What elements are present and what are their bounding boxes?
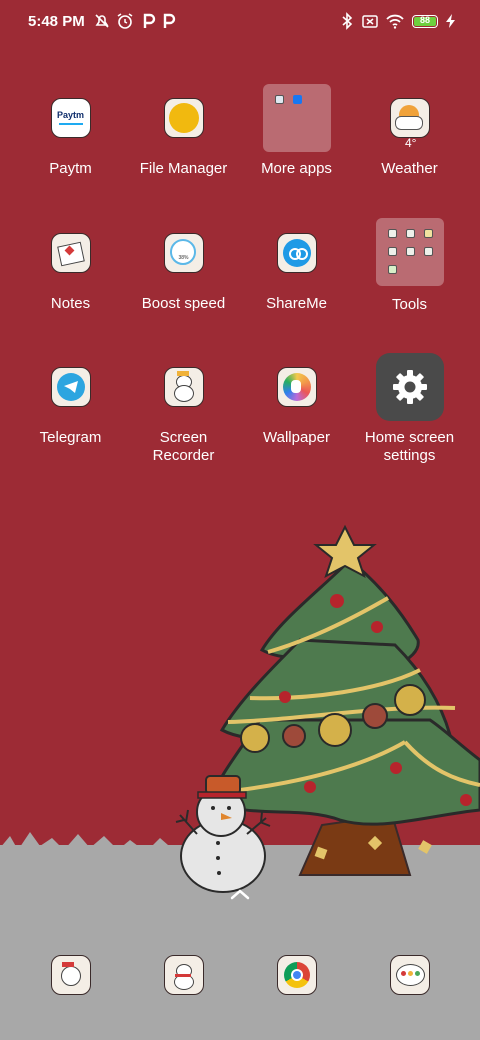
weather-icon <box>389 98 430 138</box>
gear-icon <box>375 353 444 421</box>
boost-speed-icon: 38% <box>163 233 204 273</box>
app-drawer-chevron-icon[interactable] <box>229 887 251 901</box>
app-shareme[interactable]: ShareMe <box>240 233 353 313</box>
weather-temp: 4° <box>405 136 417 150</box>
app-label: Telegram <box>39 429 102 446</box>
telegram-icon <box>50 367 91 407</box>
folder-icon <box>262 84 331 152</box>
app-label: Screen Recorder <box>152 429 215 464</box>
alarm-off-icon <box>95 14 109 28</box>
battery-icon: 88 <box>412 15 438 28</box>
p-app-icon <box>163 13 176 28</box>
app-label: More apps <box>261 160 332 177</box>
battery-level: 88 <box>419 15 430 25</box>
folder-icon <box>375 218 444 286</box>
app-paytm[interactable]: Paytm Paytm <box>14 98 127 178</box>
app-label: ShareMe <box>266 295 327 312</box>
app-wallpaper[interactable]: Wallpaper <box>240 367 353 447</box>
status-bar: 5:48 PM 88 <box>0 0 480 44</box>
folder-tools[interactable]: Tools <box>353 218 466 314</box>
app-telegram[interactable]: Telegram <box>14 367 127 447</box>
bluetooth-icon <box>342 12 353 30</box>
phone-snowman-icon[interactable] <box>51 955 91 995</box>
app-boost-speed[interactable]: 38% Boost speed <box>127 233 240 313</box>
app-label: Wallpaper <box>263 429 330 446</box>
app-label: Paytm <box>49 160 92 177</box>
messages-snowman-icon[interactable] <box>164 955 204 995</box>
screen-recorder-icon <box>163 367 204 407</box>
app-screen-recorder[interactable]: Screen Recorder <box>127 367 240 465</box>
app-file-manager[interactable]: File Manager <box>127 98 240 178</box>
status-time: 5:48 PM <box>28 13 85 30</box>
app-label: Home screen settings <box>364 429 455 464</box>
boost-percent: 38% <box>178 255 189 261</box>
paytm-icon: Paytm <box>50 98 91 138</box>
snow-ground <box>0 845 480 1040</box>
alarm-clock-icon <box>117 13 133 29</box>
app-notes[interactable]: Notes <box>14 233 127 313</box>
app-home-screen-settings[interactable]: Home screen settings <box>353 353 466 465</box>
wifi-icon <box>386 14 404 29</box>
no-sim-icon <box>362 15 378 28</box>
file-manager-icon <box>163 98 204 138</box>
wallpaper-icon <box>276 367 317 407</box>
app-label: File Manager <box>139 160 228 177</box>
shareme-icon <box>276 233 317 273</box>
app-label: Weather <box>381 160 438 177</box>
app-label: Boost speed <box>141 295 226 312</box>
folder-more-apps[interactable]: More apps <box>240 84 353 178</box>
chrome-icon[interactable] <box>277 955 317 995</box>
charging-icon <box>446 14 455 28</box>
paytm-logo-text: Paytm <box>56 110 84 120</box>
app-weather[interactable]: 4° Weather <box>353 98 466 178</box>
notes-icon <box>50 233 91 273</box>
app-label: Tools <box>391 296 428 313</box>
p-app-icon <box>143 13 156 28</box>
chat-bubble-icon[interactable] <box>390 955 430 995</box>
app-label: Notes <box>50 295 91 312</box>
